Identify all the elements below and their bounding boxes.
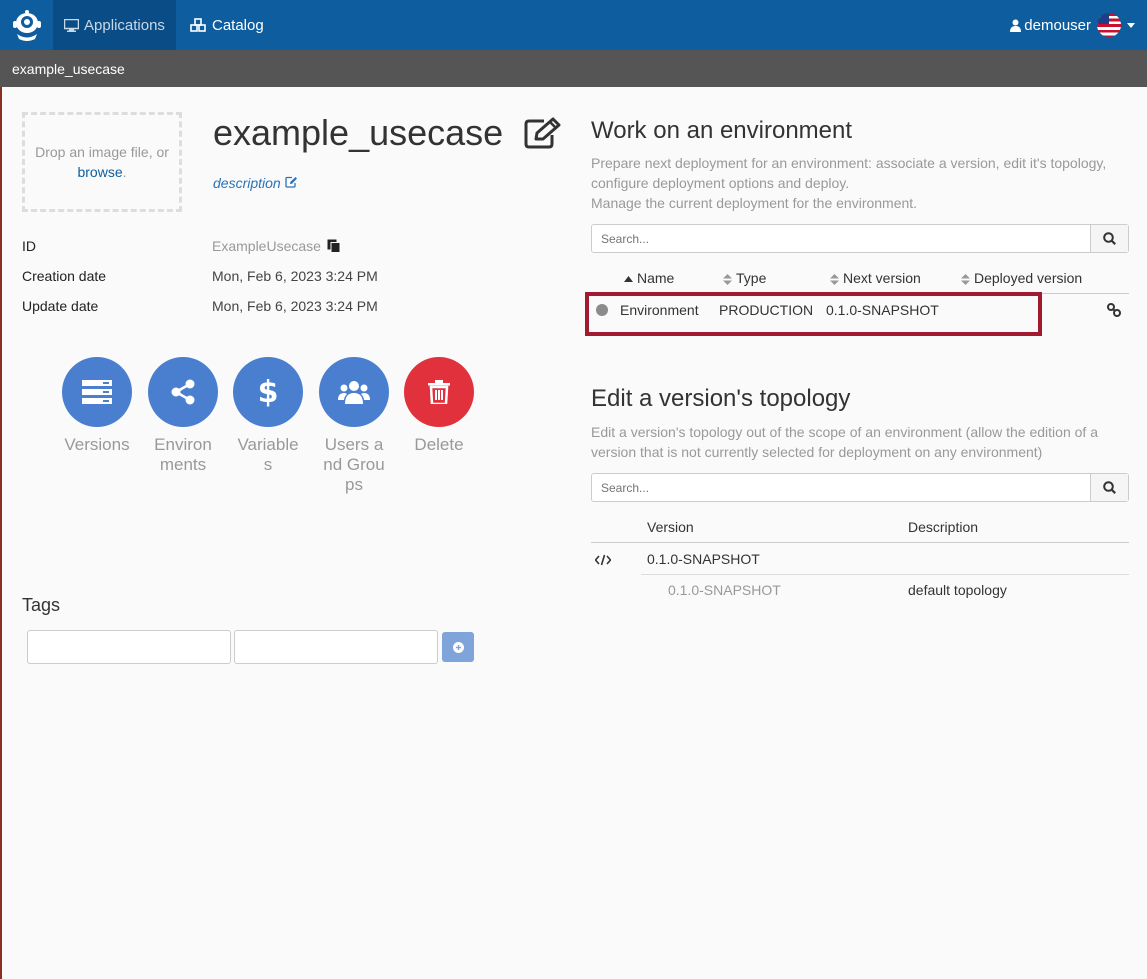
creation-date-value: Mon, Feb 6, 2023 3:24 PM [212,268,378,284]
variables-button[interactable]: $ Variables [233,357,303,475]
environments-desc-line2: Manage the current deployment for the en… [591,195,918,211]
copy-icon[interactable] [327,239,341,253]
link-icon[interactable] [1107,303,1121,322]
topology-search-button[interactable] [1090,474,1128,501]
topology-sub-description: default topology [908,582,1007,598]
topology-description: Edit a version's topology out of the sco… [591,424,1098,460]
users-groups-label: Users and Groups [323,435,385,494]
page-left-edge [0,87,2,979]
nav-catalog-label: Catalog [212,16,264,34]
column-deployed-version-label: Deployed version [974,270,1083,286]
id-label: ID [22,238,36,254]
us-flag-icon[interactable] [1097,13,1121,37]
user-icon [1010,19,1022,32]
edit-name-icon[interactable] [524,117,561,154]
dropzone-text: Drop an image file, or [35,144,169,160]
share-icon [148,357,218,427]
users-groups-button[interactable]: Users and Groups [319,357,389,495]
sort-icon [723,273,732,285]
server-icon [62,357,132,427]
sort-icon [830,273,839,285]
dropzone-suffix: . [122,164,127,180]
topology-search [591,473,1129,502]
trash-icon [404,357,474,427]
environments-search-input[interactable] [592,225,1091,252]
column-next-version-label: Next version [843,270,921,286]
update-date-label: Update date [22,298,99,314]
topology-version[interactable]: 0.1.0-SNAPSHOT [647,551,760,567]
topology-title: Edit a version's topology [591,385,851,412]
nav-applications[interactable]: Applications [53,0,176,50]
users-icon [319,357,389,427]
id-value: ExampleUsecase [212,238,341,254]
column-header-deployed-version[interactable]: Deployed version [961,270,1082,286]
environments-description: Prepare next deployment for an environme… [591,153,1111,213]
cubes-icon [190,18,206,32]
column-header-type[interactable]: Type [723,270,766,286]
nav-catalog[interactable]: Catalog [190,0,264,50]
description-editable[interactable]: description [213,175,298,191]
tag-value-input[interactable] [234,630,438,664]
search-icon [1103,232,1116,245]
environments-label: Environments [154,435,212,474]
column-header-next-version[interactable]: Next version [830,270,921,286]
environments-title: Work on an environment [591,117,853,144]
sort-icon [961,273,970,285]
breadcrumb: example_usecase [0,50,1147,87]
topology-row-divider [641,574,1129,575]
sort-asc-icon [624,276,633,283]
breadcrumb-current[interactable]: example_usecase [12,61,125,77]
edit-icon [284,176,297,188]
delete-button[interactable]: Delete [404,357,474,455]
column-name-label: Name [637,270,675,286]
versions-button[interactable]: Versions [62,357,132,455]
browse-link[interactable]: browse [77,164,122,180]
nav-applications-label: Applications [84,16,165,34]
topology-header-divider [591,542,1129,543]
dollar-icon: $ [233,357,303,427]
monitor-icon [64,18,80,32]
topology-sub-version[interactable]: 0.1.0-SNAPSHOT [668,582,781,598]
tags-title: Tags [22,595,61,615]
versions-label: Versions [64,435,130,454]
table-row-highlight [585,292,1042,336]
update-date-value: Mon, Feb 6, 2023 3:24 PM [212,298,378,314]
creation-date-label: Creation date [22,268,107,284]
page-title: example_usecase [213,112,504,153]
code-icon[interactable] [594,553,612,571]
tag-key-input[interactable] [27,630,231,664]
top-navbar: Applications Catalog demouser [0,0,1147,50]
id-value-text: ExampleUsecase [212,238,321,254]
alien-logo-icon[interactable] [9,8,45,42]
user-name: demouser [1024,16,1091,34]
description-label: description [213,175,281,191]
column-header-name[interactable]: Name [624,270,674,286]
image-dropzone[interactable]: Drop an image file, or browse. [22,112,182,212]
add-tag-button[interactable] [442,632,474,662]
environments-search [591,224,1129,253]
user-menu[interactable]: demouser [1010,0,1135,50]
topology-search-input[interactable] [592,474,1091,501]
plus-circle-icon [452,641,464,653]
chevron-down-icon [1127,22,1135,28]
column-type-label: Type [736,270,767,286]
column-header-version: Version [647,519,694,535]
column-header-description: Description [908,519,979,535]
variables-label: Variables [237,435,299,474]
search-icon [1103,481,1116,494]
environments-desc-line1: Prepare next deployment for an environme… [591,155,1107,191]
environments-search-button[interactable] [1090,225,1128,252]
delete-label: Delete [414,435,464,454]
environments-button[interactable]: Environments [148,357,218,475]
